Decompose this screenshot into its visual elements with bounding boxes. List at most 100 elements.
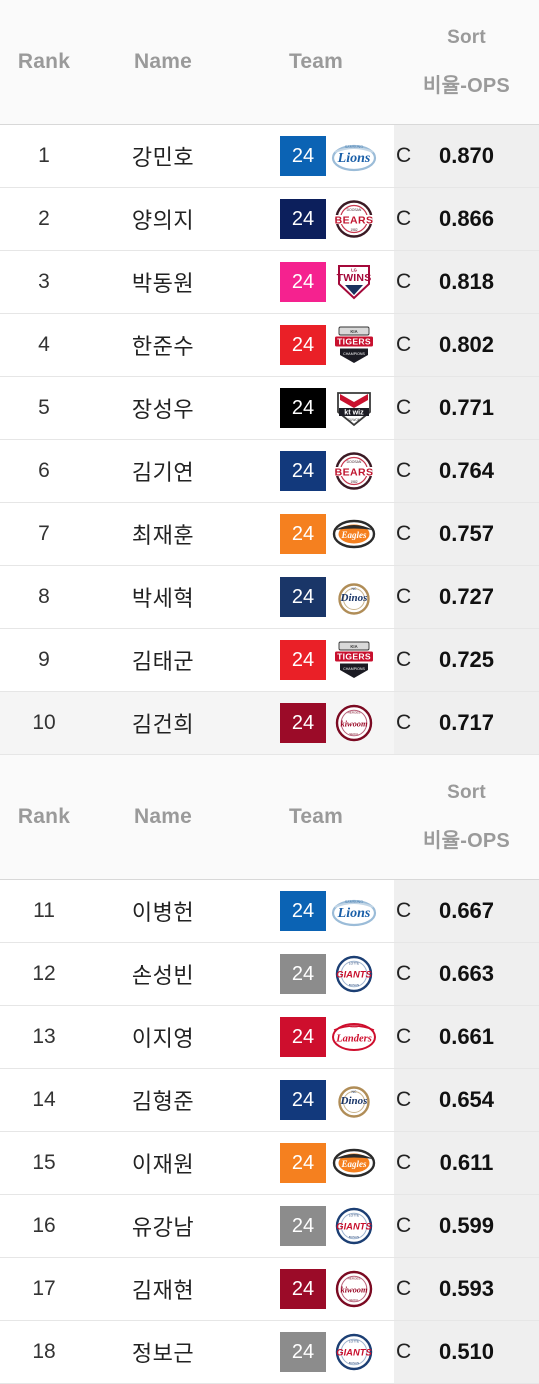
svg-text:TWINS: TWINS <box>337 272 372 284</box>
table-row[interactable]: 14 김형준 24 Dinos NC C 0.654 <box>0 1068 539 1132</box>
svg-text:kiwoom: kiwoom <box>341 720 368 729</box>
column-header-name[interactable]: Name <box>88 0 238 125</box>
table-row[interactable]: 15 이재원 24 Eagles C 0.611 <box>0 1131 539 1195</box>
player-rank: 3 <box>0 250 88 314</box>
player-name[interactable]: 정보근 <box>88 1320 238 1384</box>
stat-label: 비율-OPS <box>423 74 510 97</box>
player-name[interactable]: 한준수 <box>88 313 238 377</box>
player-stat-value: 0.510 <box>394 1320 539 1384</box>
table-row[interactable]: 8 박세혁 24 Dinos NC C 0.727 <box>0 565 539 629</box>
player-team-cell: 24 BEARS DOOSAN 1982 C <box>238 187 411 251</box>
svg-text:SAMSUNG: SAMSUNG <box>345 145 363 149</box>
jersey-number-badge: 24 <box>280 703 326 743</box>
svg-text:KIA: KIA <box>350 644 357 649</box>
player-position: C <box>396 1025 412 1048</box>
table-row[interactable]: 11 이병헌 24 Lions SAMSUNG C 0.667 <box>0 879 539 943</box>
svg-text:NC: NC <box>352 1090 357 1094</box>
table-row[interactable]: 18 정보근 24 GIANTS LOTTE BUSAN C 0.510 <box>0 1320 539 1384</box>
svg-text:SUWON: SUWON <box>348 418 361 422</box>
column-header-rank[interactable]: Rank <box>0 0 88 125</box>
player-team-cell: 24 GIANTS LOTTE BUSAN C <box>238 1320 411 1384</box>
table-body: 1 강민호 24 Lions SAMSUNG C 0.870 2 양의지 24 <box>0 124 539 755</box>
player-position: C <box>396 1088 412 1111</box>
player-name[interactable]: 박세혁 <box>88 565 238 629</box>
player-team-cell: 24 KIA TIGERS CHAMPIONS C <box>238 628 411 692</box>
player-name[interactable]: 손성빈 <box>88 942 238 1006</box>
svg-text:Eagles: Eagles <box>340 530 366 540</box>
player-name[interactable]: 이지영 <box>88 1005 238 1069</box>
player-position: C <box>396 585 412 608</box>
player-rank: 7 <box>0 502 88 566</box>
ranking-page: Rank Name Team Sort 비율-OPS 1 강민호 24 Lion… <box>0 0 539 1384</box>
column-header-stat[interactable]: Sort 비율-OPS <box>394 755 539 880</box>
kia-tigers-logo: KIA TIGERS CHAMPIONS <box>330 325 378 365</box>
player-team-cell: 24 kt wiz SUWON C <box>238 376 411 440</box>
player-team-cell: 24 Lions SAMSUNG C <box>238 124 411 188</box>
table-row[interactable]: 10 김건희 24 kiwoom HEROES SEOUL C 0.717 <box>0 691 539 755</box>
table-row[interactable]: 9 김태군 24 KIA TIGERS CHAMPIONS C 0.725 <box>0 628 539 692</box>
table-row[interactable]: 17 김재현 24 kiwoom HEROES SEOUL C 0.593 <box>0 1257 539 1321</box>
player-name[interactable]: 최재훈 <box>88 502 238 566</box>
jersey-number-badge: 24 <box>280 451 326 491</box>
table-row[interactable]: 7 최재훈 24 Eagles C 0.757 <box>0 502 539 566</box>
svg-text:BUSAN: BUSAN <box>349 1361 359 1365</box>
player-name[interactable]: 김형준 <box>88 1068 238 1132</box>
doosan-bears-logo: BEARS DOOSAN 1982 <box>330 451 378 491</box>
player-name[interactable]: 박동원 <box>88 250 238 314</box>
player-name[interactable]: 강민호 <box>88 124 238 188</box>
table-row[interactable]: 6 김기연 24 BEARS DOOSAN 1982 C 0.764 <box>0 439 539 503</box>
ranking-table-section-1: Rank Name Team Sort 비율-OPS 1 강민호 24 Lion… <box>0 0 539 755</box>
jersey-number-badge: 24 <box>280 1332 326 1372</box>
svg-text:DOOSAN: DOOSAN <box>347 460 362 464</box>
player-team-cell: 24 GIANTS LOTTE BUSAN C <box>238 942 411 1006</box>
kiwoom-heroes-logo: kiwoom HEROES SEOUL <box>330 1269 378 1309</box>
player-name[interactable]: 이재원 <box>88 1131 238 1195</box>
player-position: C <box>396 1214 412 1237</box>
player-rank: 10 <box>0 691 88 755</box>
svg-text:SSG: SSG <box>350 1025 358 1029</box>
svg-text:HEROES: HEROES <box>348 1277 361 1281</box>
svg-text:SEOUL: SEOUL <box>349 732 359 736</box>
table-row[interactable]: 13 이지영 24 Landers SSG C 0.661 <box>0 1005 539 1069</box>
player-stat-value: 0.870 <box>394 124 539 188</box>
svg-text:kiwoom: kiwoom <box>341 1286 368 1295</box>
player-rank: 15 <box>0 1131 88 1195</box>
jersey-number-badge: 24 <box>280 325 326 365</box>
jersey-number-badge: 24 <box>280 388 326 428</box>
svg-text:NC: NC <box>352 587 357 591</box>
player-name[interactable]: 양의지 <box>88 187 238 251</box>
column-header-rank[interactable]: Rank <box>0 755 88 880</box>
lg-twins-logo: LG TWINS <box>330 262 378 302</box>
column-header-team[interactable]: Team <box>238 0 394 125</box>
table-row[interactable]: 3 박동원 24 LG TWINS C 0.818 <box>0 250 539 314</box>
player-name[interactable]: 유강남 <box>88 1194 238 1258</box>
player-name[interactable]: 김태군 <box>88 628 238 692</box>
column-header-stat[interactable]: Sort 비율-OPS <box>394 0 539 125</box>
jersey-number-badge: 24 <box>280 891 326 931</box>
player-team-cell: 24 Lions SAMSUNG C <box>238 879 411 943</box>
ssg-landers-logo: Landers SSG <box>330 1017 378 1057</box>
table-row[interactable]: 16 유강남 24 GIANTS LOTTE BUSAN C 0.599 <box>0 1194 539 1258</box>
player-name[interactable]: 김기연 <box>88 439 238 503</box>
player-name[interactable]: 장성우 <box>88 376 238 440</box>
player-name[interactable]: 김건희 <box>88 691 238 755</box>
doosan-bears-logo: BEARS DOOSAN 1982 <box>330 199 378 239</box>
player-name[interactable]: 김재현 <box>88 1257 238 1321</box>
jersey-number-badge: 24 <box>280 136 326 176</box>
column-header-name[interactable]: Name <box>88 755 238 880</box>
svg-text:LOTTE: LOTTE <box>349 1214 359 1218</box>
table-row[interactable]: 12 손성빈 24 GIANTS LOTTE BUSAN C 0.663 <box>0 942 539 1006</box>
table-row[interactable]: 4 한준수 24 KIA TIGERS CHAMPIONS C 0.802 <box>0 313 539 377</box>
table-row[interactable]: 2 양의지 24 BEARS DOOSAN 1982 C 0.866 <box>0 187 539 251</box>
table-row[interactable]: 1 강민호 24 Lions SAMSUNG C 0.870 <box>0 124 539 188</box>
player-position: C <box>396 1340 412 1363</box>
jersey-number-badge: 24 <box>280 1206 326 1246</box>
player-position: C <box>396 522 412 545</box>
jersey-number-badge: 24 <box>280 262 326 302</box>
svg-text:GIANTS: GIANTS <box>336 1347 372 1358</box>
player-name[interactable]: 이병헌 <box>88 879 238 943</box>
jersey-number-badge: 24 <box>280 1143 326 1183</box>
table-row[interactable]: 5 장성우 24 kt wiz SUWON C 0.771 <box>0 376 539 440</box>
column-header-team[interactable]: Team <box>238 755 394 880</box>
player-rank: 12 <box>0 942 88 1006</box>
